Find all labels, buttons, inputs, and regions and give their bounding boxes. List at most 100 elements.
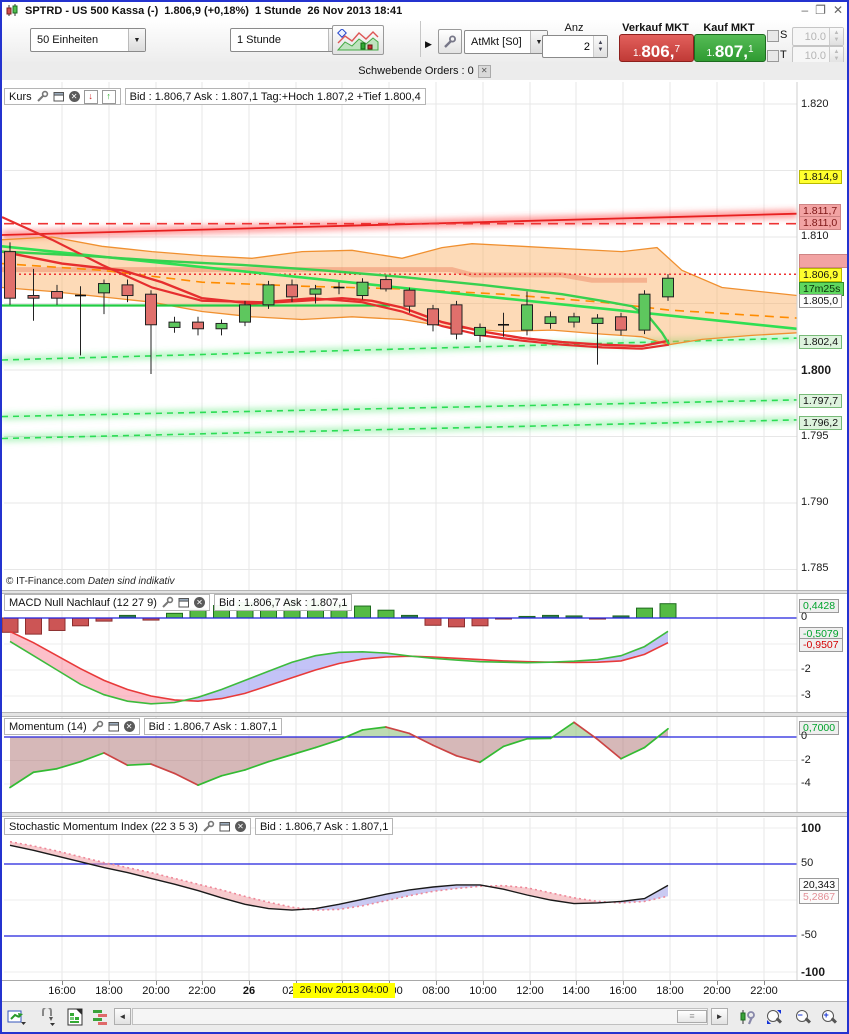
buy-arrow-icon[interactable]: ↑ — [102, 90, 116, 104]
kurs-bid-ask: Bid : 1.806,7 Ask : 1.807,1 Tag:+Hoch 1.… — [130, 91, 421, 103]
close-icon[interactable]: ✕ — [124, 721, 135, 732]
sell-market-button[interactable]: 1.806,7 — [619, 34, 694, 62]
axis-tick-label: -50 — [801, 929, 817, 941]
axis-value-badge: 1.814,9 — [799, 170, 842, 184]
scrollbar-thumb[interactable]: ≡ — [677, 1010, 707, 1023]
macd-bar — [167, 613, 183, 618]
axis-tick-label: -2 — [801, 663, 811, 675]
crosshair-date-tooltip: 26 Nov 2013 04:00 — [293, 983, 395, 998]
orderbook-icon[interactable] — [90, 1007, 112, 1027]
candle-down — [287, 285, 298, 297]
sell-arrow-icon[interactable]: ↓ — [84, 90, 98, 104]
time-axis-label: 20:00 — [142, 985, 170, 997]
minimize-icon[interactable]: – — [801, 3, 808, 17]
candle-up — [663, 278, 674, 297]
candle-up — [569, 317, 580, 322]
panel-expand-icon[interactable]: ▶ — [425, 39, 432, 50]
close-icon[interactable]: ✕ — [478, 65, 491, 78]
candle-down — [193, 322, 204, 329]
macd-bid-ask: Bid : 1.806,7 Ask : 1.807,1 — [219, 597, 347, 609]
chevron-down-icon[interactable]: ▼ — [128, 29, 145, 51]
buy-market-button[interactable]: 1.807,1 — [694, 34, 766, 62]
axis-tick-label: -2 — [801, 754, 811, 766]
sell-price: 806, — [641, 42, 674, 61]
zoom-fit-icon[interactable] — [763, 1007, 785, 1027]
chart-settings-icon[interactable] — [737, 1007, 759, 1027]
axis-tick-label: -4 — [801, 777, 811, 789]
time-axis-label: 08:00 — [422, 985, 450, 997]
candle-up — [545, 317, 556, 324]
time-axis-label: 16:00 — [48, 985, 76, 997]
maximize-icon[interactable]: ❐ — [815, 3, 826, 17]
pending-orders-bar: Schwebende Orders : 0 ✕ — [2, 62, 847, 80]
target-checkbox[interactable] — [767, 50, 779, 62]
scroll-left-button[interactable]: ◄ — [114, 1008, 131, 1025]
timeframe-select[interactable]: 1 Stunde ▼ — [230, 28, 346, 52]
macd-bar — [73, 618, 89, 626]
candle-down — [381, 280, 392, 289]
candle-down — [451, 305, 462, 334]
close-icon[interactable]: ✕ — [833, 3, 843, 17]
candle-down — [616, 317, 627, 330]
qty-stepper[interactable]: 2 ▲▼ — [542, 35, 608, 58]
report-icon[interactable] — [64, 1007, 86, 1027]
chart-scrollbar[interactable]: ≡ — [132, 1008, 708, 1025]
momentum-bid-ask: Bid : 1.806,7 Ask : 1.807,1 — [149, 721, 277, 733]
export-chart-icon[interactable] — [6, 1007, 28, 1027]
zoom-in-icon[interactable]: + — [818, 1007, 840, 1027]
spin-down-icon[interactable]: ▼ — [598, 47, 604, 54]
axis-value-badge: 1.811,0 — [799, 216, 841, 230]
time-axis-label: 16:00 — [609, 985, 637, 997]
units-select[interactable]: 50 Einheiten ▼ — [30, 28, 146, 52]
candle-up — [522, 305, 533, 330]
axis-tick-label: 1.785 — [801, 562, 829, 574]
candle-up — [357, 282, 368, 295]
candle-down — [428, 309, 439, 325]
stop-stepper[interactable]: 10.0 ▲▼ — [792, 27, 844, 46]
scroll-right-button[interactable]: ► — [711, 1008, 728, 1025]
trading-window: SPTRD - US 500 Kassa (-) 1.806,9 (+0,18%… — [0, 0, 849, 1034]
chart-style-icon — [337, 29, 379, 51]
candle-down — [52, 292, 63, 299]
wrench-icon[interactable] — [36, 90, 49, 103]
main-toolbar: 50 Einheiten ▼ 1 Stunde ▼ ▶ AtMkt [S — [2, 19, 847, 63]
stop-checkbox[interactable] — [767, 30, 779, 42]
axis-tick-label: 1.820 — [801, 98, 829, 110]
time-axis-label: 20:00 — [703, 985, 731, 997]
order-type-select[interactable]: AtMkt [S0] ▼ — [464, 30, 548, 54]
zoom-out-icon[interactable]: − — [792, 1007, 814, 1027]
title-bar[interactable]: SPTRD - US 500 Kassa (-) 1.806,9 (+0,18%… — [2, 2, 847, 19]
spin-up-icon[interactable]: ▲ — [598, 40, 604, 47]
title-price: 1.806,9 (+0,18%) — [164, 5, 249, 17]
close-icon[interactable]: ✕ — [194, 597, 205, 608]
candle-down — [146, 294, 157, 325]
candle-up — [99, 284, 110, 293]
chart-canvas[interactable] — [2, 80, 847, 1000]
axis-value-badge: 1.802,4 — [799, 335, 842, 349]
panel-separator[interactable] — [2, 812, 847, 817]
macd-bar — [26, 618, 42, 634]
candle-up — [263, 285, 274, 305]
wrench-icon[interactable] — [91, 720, 104, 733]
anchor-link-icon[interactable] — [36, 1007, 58, 1027]
axis-tick-label: -100 — [801, 965, 825, 979]
kurs-panel-title: Kurs — [9, 91, 32, 103]
wrench-icon[interactable] — [161, 596, 174, 609]
title-datetime: 26 Nov 2013 18:41 — [307, 5, 402, 17]
chart-style-button[interactable] — [332, 25, 384, 55]
axis-tick-label: 0 — [801, 730, 807, 742]
detach-window-icon[interactable] — [108, 721, 120, 733]
axis-value-badge: 1.797,7 — [799, 394, 842, 408]
panel-separator[interactable] — [2, 712, 847, 717]
order-settings-button[interactable] — [438, 29, 462, 54]
target-label: T — [780, 49, 787, 61]
time-axis-label: 18:00 — [656, 985, 684, 997]
detach-window-icon[interactable] — [53, 91, 65, 103]
close-icon[interactable]: ✕ — [235, 821, 246, 832]
axis-tick-label: 1.810 — [801, 230, 829, 242]
detach-window-icon[interactable] — [178, 597, 190, 609]
close-icon[interactable]: ✕ — [69, 91, 80, 102]
detach-window-icon[interactable] — [219, 821, 231, 833]
time-axis-label: 22:00 — [750, 985, 778, 997]
wrench-icon[interactable] — [202, 820, 215, 833]
